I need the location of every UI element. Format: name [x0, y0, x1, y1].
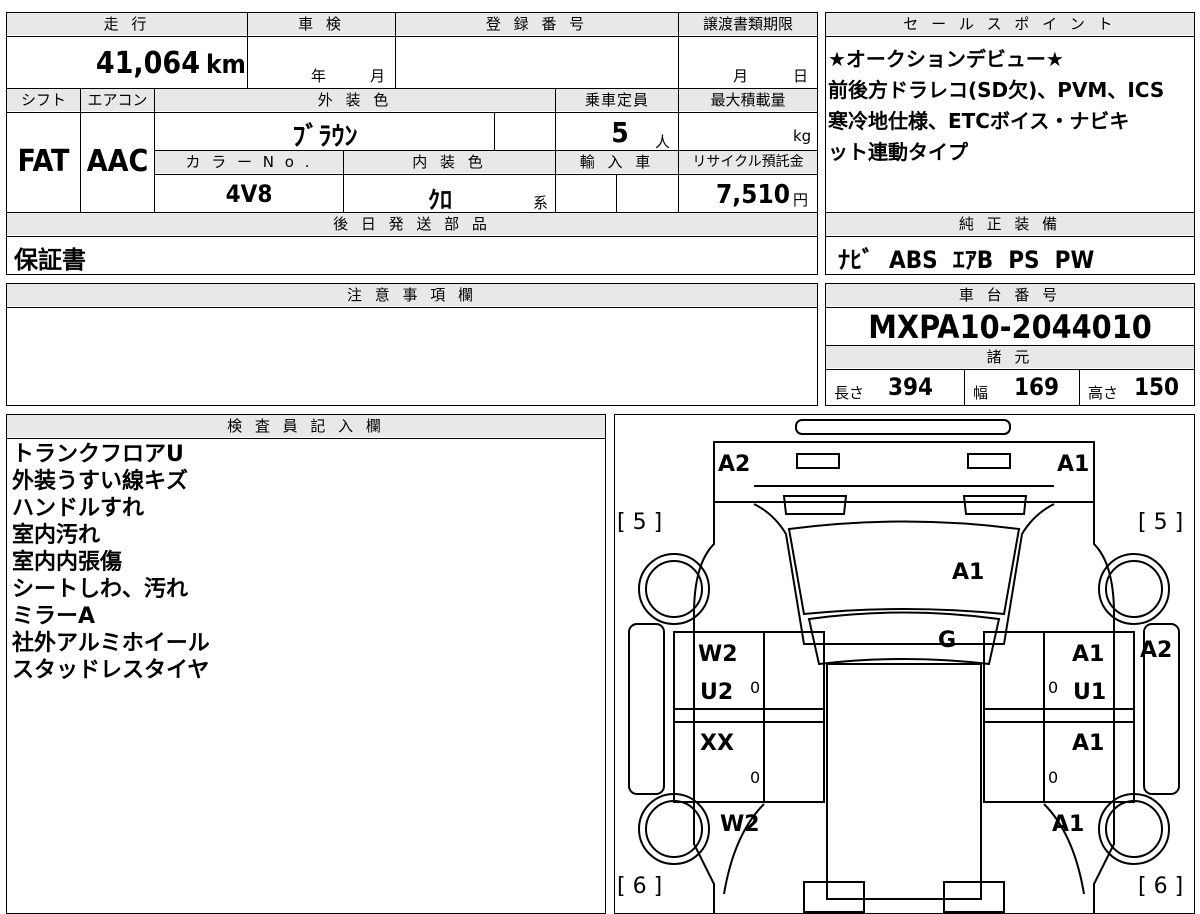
- later-parts-label: 後 日 発 送 部 品: [7, 213, 817, 235]
- transfer-deadline-label: 譲渡書類期限: [679, 13, 817, 35]
- chassis-label: 車 台 番 号: [826, 284, 1194, 306]
- length-value: 394: [888, 373, 934, 401]
- sales-points-label: セ ー ル ス ポ イ ン ト: [826, 13, 1194, 35]
- inspector-note: 室内内張傷: [12, 550, 123, 575]
- inspector-note: トランクフロアU: [12, 442, 184, 467]
- diagram-rear-quarter-left: W2: [720, 812, 760, 837]
- exterior-color-label: 外 装 色: [155, 89, 555, 111]
- inspector-note: 外装うすい線キズ: [12, 469, 189, 494]
- inspector-note: 室内汚れ: [12, 523, 101, 548]
- inspector-note: ハンドルすれ: [12, 496, 145, 521]
- interior-color-value: ｸﾛ: [428, 186, 452, 214]
- width-value: 169: [1014, 373, 1060, 401]
- recycle-label: リサイクル預託金: [679, 151, 817, 173]
- sales-point-line: 前後方ドラレコ(SD欠)、PVM、ICS: [828, 78, 1165, 102]
- inspection-label: 車 検: [248, 13, 395, 35]
- recycle-unit: 円: [793, 191, 809, 209]
- notes-label: 注 意 事 項 欄: [7, 284, 817, 306]
- mileage-label: 走 行: [7, 13, 247, 35]
- recycle-value: 7,510: [716, 180, 790, 210]
- registration-label: 登 録 番 号: [396, 13, 678, 35]
- length-label: 長さ: [834, 384, 865, 402]
- sales-points-text: ★オークションデビュー★ 前後方ドラレコ(SD欠)、PVM、ICS 寒冷地仕様、…: [828, 44, 1193, 168]
- sales-point-line: ット連動タイプ: [828, 140, 968, 164]
- diagram-tread-fl: 0: [750, 678, 761, 697]
- dimensions-label: 諸 元: [826, 346, 1194, 368]
- standard-equipment-value: ﾅﾋﾞ ABS ｴｱB PS PW: [838, 246, 1095, 274]
- max-load-unit: kg: [793, 127, 812, 145]
- standard-equipment-label: 純 正 装 備: [826, 213, 1194, 235]
- interior-color-label: 内 装 色: [344, 151, 555, 173]
- max-load-label: 最大積載量: [679, 89, 817, 111]
- mileage-unit: km: [206, 50, 246, 80]
- shift-value: FAT: [17, 144, 70, 179]
- height-label: 高さ: [1088, 384, 1119, 402]
- diagram-rear-door-left: XX: [700, 731, 734, 756]
- diagram-rear-quarter-right: A1: [1052, 812, 1085, 837]
- import-label: 輸 入 車: [556, 151, 678, 173]
- diagram-bracket-bottom-right: [ 6 ]: [1138, 874, 1184, 899]
- aircon-label: エアコン: [81, 89, 154, 111]
- color-no-label: カ ラ ー N o .: [155, 151, 343, 173]
- diagram-tread-fr: 0: [1048, 678, 1059, 697]
- inspector-note: スタッドレスタイヤ: [12, 658, 210, 683]
- transfer-day-unit: 日: [793, 67, 809, 85]
- chassis-number: MXPA10-2044010: [868, 308, 1152, 346]
- width-label: 幅: [973, 384, 989, 402]
- diagram-front-door-right-2: U1: [1073, 680, 1107, 705]
- diagram-tread-rr: 0: [1048, 768, 1059, 787]
- diagram-hood: A1: [952, 560, 985, 585]
- color-no-value: 4V8: [225, 180, 273, 208]
- capacity-value: 5: [611, 116, 629, 149]
- capacity-unit: 人: [655, 133, 671, 151]
- inspection-year-unit: 年: [311, 67, 327, 85]
- inspector-note: シートしわ、汚れ: [12, 577, 189, 602]
- diagram-rear-door-right: A1: [1072, 731, 1105, 756]
- capacity-label: 乗車定員: [556, 89, 678, 111]
- diagram-front-door-left-1: W2: [698, 642, 738, 667]
- sales-point-line: 寒冷地仕様、ETCボイス・ナビキ: [828, 109, 1130, 133]
- sales-point-line: ★オークションデビュー★: [828, 47, 1064, 71]
- diagram-bracket-bottom-left: [ 6 ]: [617, 874, 663, 899]
- inspector-label: 検 査 員 記 入 欄: [7, 415, 605, 437]
- diagram-tread-rl: 0: [750, 768, 761, 787]
- diagram-front-door-right-1: A1: [1072, 642, 1105, 667]
- mileage-value: 41,064: [95, 46, 200, 81]
- exterior-color-value: ﾌﾞﾗｳﾝ: [292, 122, 358, 152]
- transfer-month-unit: 月: [733, 67, 749, 85]
- diagram-windshield: G: [938, 628, 957, 653]
- inspection-month-unit: 月: [370, 67, 386, 85]
- diagram-front-right: A1: [1057, 452, 1090, 477]
- diagram-front-left: A2: [718, 452, 751, 477]
- later-parts-value: 保証書: [14, 246, 86, 274]
- diagram-right-fender: A2: [1140, 638, 1173, 663]
- inspector-notes: トランクフロアU 外装うすい線キズ ハンドルすれ 室内汚れ 室内内張傷 シートし…: [12, 441, 602, 684]
- inspector-note: ミラーA: [12, 604, 96, 629]
- height-value: 150: [1134, 373, 1180, 401]
- shift-label: シフト: [7, 89, 80, 111]
- interior-color-suffix: 系: [533, 194, 549, 212]
- diagram-bracket-top-right: [ 5 ]: [1138, 510, 1184, 535]
- inspector-note: 社外アルミホイール: [12, 631, 210, 656]
- aircon-value: AAC: [86, 144, 149, 179]
- diagram-front-door-left-2: U2: [700, 680, 734, 705]
- diagram-bracket-top-left: [ 5 ]: [617, 510, 663, 535]
